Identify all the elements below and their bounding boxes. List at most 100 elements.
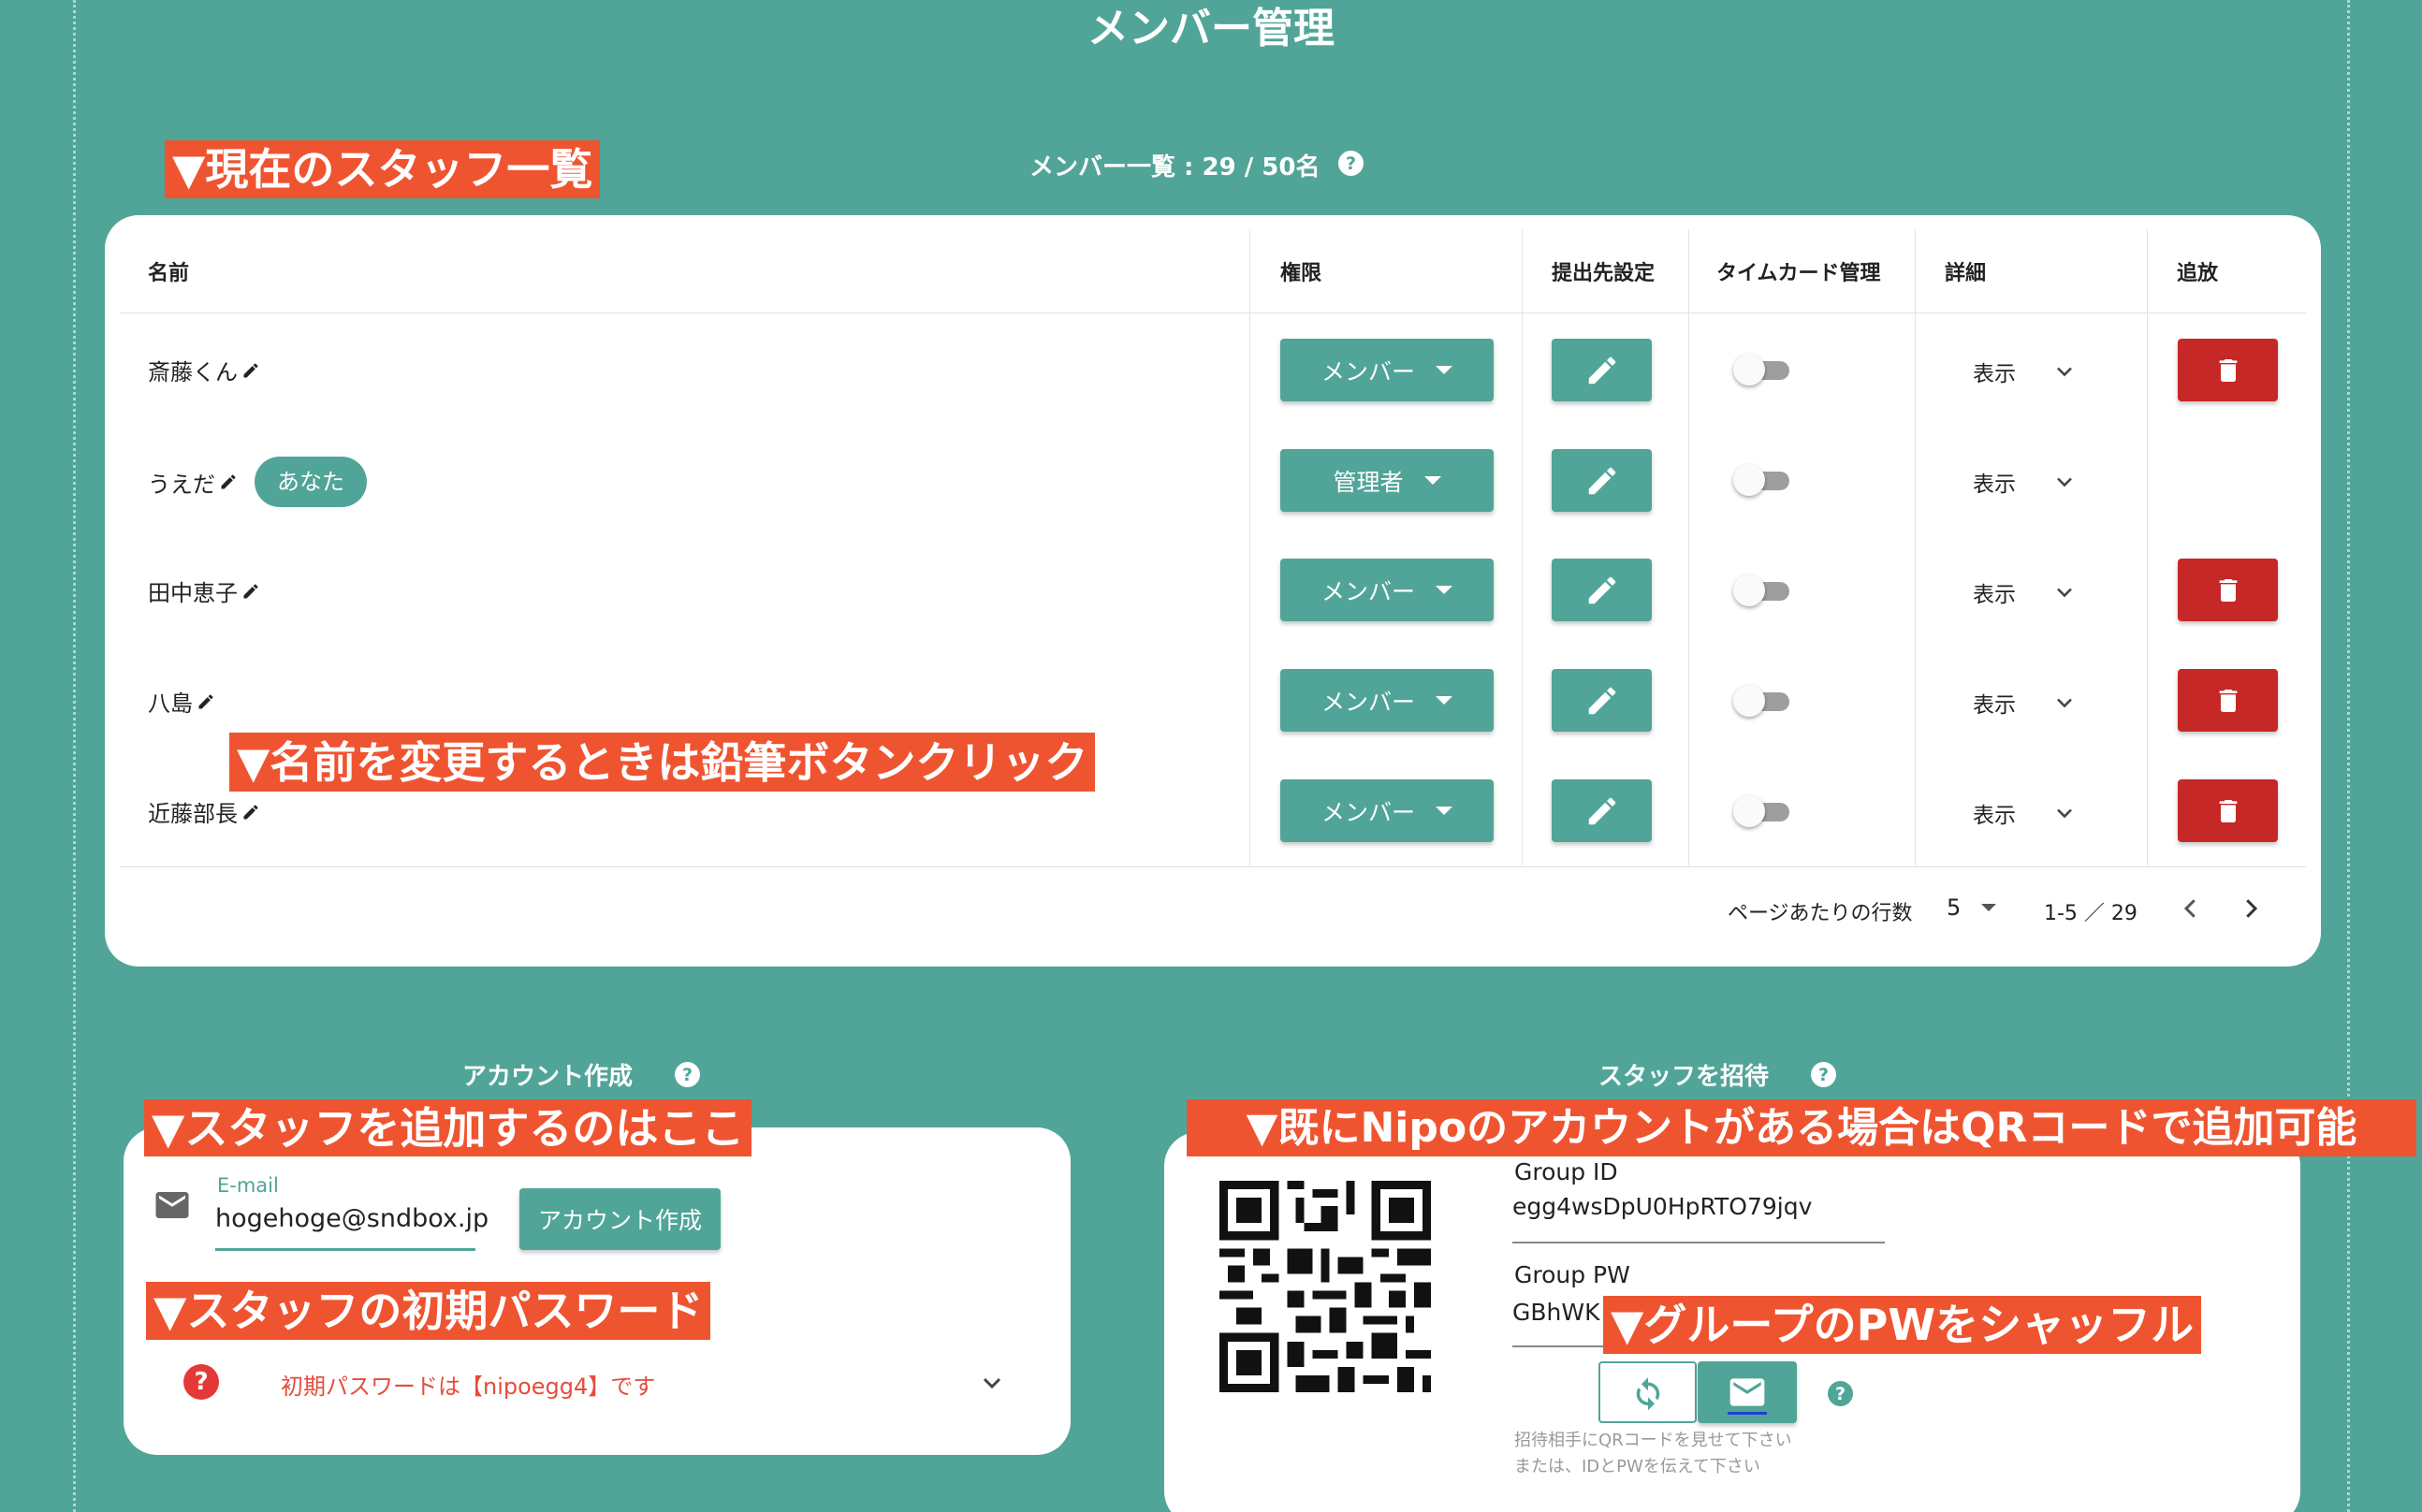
trash-icon xyxy=(2219,578,2237,602)
details-label: 表示 xyxy=(1973,804,2016,828)
destination-edit-button[interactable] xyxy=(1552,559,1652,621)
details-label: 表示 xyxy=(1973,693,2016,718)
group-id-value: egg4wsDpU0HpRTO79jqv xyxy=(1512,1193,1813,1220)
guide-line-left xyxy=(73,0,76,1512)
member-name: 八島 xyxy=(148,691,193,717)
details-label: 表示 xyxy=(1973,362,2016,386)
members-count: メンバー一覧 : 29 / 50名 xyxy=(1029,153,1320,182)
col-destination: 提出先設定 xyxy=(1552,262,1656,285)
chevron-right-icon[interactable] xyxy=(2237,894,2265,923)
shuffle-pw-button[interactable] xyxy=(1598,1361,1697,1423)
column-divider xyxy=(1249,229,1250,865)
timecard-toggle[interactable] xyxy=(1733,791,1799,832)
details-expand[interactable]: 表示 xyxy=(1973,576,2078,608)
chevron-down-icon xyxy=(2057,808,2072,819)
role-dropdown[interactable]: メンバー xyxy=(1280,779,1494,842)
create-account-button[interactable]: アカウント作成 xyxy=(519,1188,721,1250)
invite-note-line1: 招待相手にQRコードを見せて下さい xyxy=(1514,1431,1792,1450)
email-field[interactable]: hogehoge@sndbox.jp xyxy=(215,1202,489,1251)
role-dropdown[interactable]: メンバー xyxy=(1280,669,1494,732)
col-details: 詳細 xyxy=(1945,262,1987,285)
timecard-toggle[interactable] xyxy=(1733,680,1799,721)
dropdown-caret-icon xyxy=(1423,476,1441,485)
members-help-icon[interactable]: ? xyxy=(1338,151,1364,176)
invite-help-icon[interactable]: ? xyxy=(1811,1062,1836,1087)
table-row-name: 近藤部長 xyxy=(148,795,260,828)
timecard-toggle[interactable] xyxy=(1733,349,1799,390)
mail-icon xyxy=(155,1192,189,1218)
dropdown-caret-icon xyxy=(1436,696,1452,705)
rows-per-page-value: 5 xyxy=(1947,894,1962,921)
role-label: メンバー xyxy=(1320,688,1415,716)
details-label: 表示 xyxy=(1973,472,2016,497)
invite-note-line2: または、IDとPWを伝えて下さい xyxy=(1514,1457,1760,1476)
pagination-range: 1-5 ／ 29 xyxy=(2044,902,2137,925)
rows-per-page-select[interactable]: 5 xyxy=(1947,894,1997,921)
pencil-icon[interactable] xyxy=(241,803,260,821)
guide-line-right xyxy=(2347,0,2350,1512)
remove-member-button[interactable] xyxy=(2178,779,2278,842)
chevron-down-icon xyxy=(2057,477,2072,487)
invite-help-icon[interactable]: ? xyxy=(1828,1381,1853,1406)
pencil-icon[interactable] xyxy=(241,361,260,380)
remove-member-button[interactable] xyxy=(2178,669,2278,732)
send-invite-mail-button[interactable] xyxy=(1698,1361,1797,1423)
pencil-icon[interactable] xyxy=(219,472,238,491)
qr-code[interactable] xyxy=(1219,1181,1431,1392)
column-divider xyxy=(1688,229,1689,865)
help-icon: ? xyxy=(183,1364,219,1400)
role-dropdown[interactable]: 管理者 xyxy=(1280,449,1494,512)
col-role: 権限 xyxy=(1280,262,1322,285)
annotation-initial-password: ▼スタッフの初期パスワード xyxy=(146,1282,711,1340)
rows-per-page-label: ページあたりの行数 xyxy=(1728,902,1913,925)
role-label: 管理者 xyxy=(1333,468,1404,496)
remove-member-button[interactable] xyxy=(2178,339,2278,401)
details-expand[interactable]: 表示 xyxy=(1973,797,2078,829)
group-pw-value: GBhWK xyxy=(1512,1299,1600,1326)
member-name: うえだ xyxy=(148,471,215,498)
details-expand[interactable]: 表示 xyxy=(1973,687,2078,719)
role-label: メンバー xyxy=(1320,798,1415,826)
dropdown-caret-icon xyxy=(1436,586,1452,594)
table-row-name: 田中恵子 xyxy=(148,574,260,607)
trash-icon xyxy=(2219,799,2237,822)
role-dropdown[interactable]: メンバー xyxy=(1280,559,1494,621)
column-divider xyxy=(1522,229,1523,865)
timecard-toggle[interactable] xyxy=(1733,459,1799,501)
focus-underline xyxy=(1728,1412,1767,1415)
annotation-shuffle-pw: ▼グループのPWをシャッフル xyxy=(1603,1296,2202,1354)
destination-edit-button[interactable] xyxy=(1552,449,1652,512)
pencil-icon[interactable] xyxy=(241,582,260,601)
dropdown-caret-icon xyxy=(1981,904,1997,911)
chevron-down-icon[interactable] xyxy=(977,1368,1007,1398)
role-dropdown[interactable]: メンバー xyxy=(1280,339,1494,401)
dropdown-caret-icon xyxy=(1436,366,1452,374)
details-expand[interactable]: 表示 xyxy=(1973,356,2078,387)
you-badge: あなた xyxy=(255,457,367,507)
invite-section-header: スタッフを招待 xyxy=(1598,1063,1770,1091)
destination-edit-button[interactable] xyxy=(1552,779,1652,842)
col-name[interactable]: 名前 xyxy=(148,256,189,286)
dropdown-caret-icon xyxy=(1436,807,1452,815)
table-footer-divider xyxy=(120,866,2306,867)
mail-icon xyxy=(1729,1378,1765,1406)
chevron-down-icon xyxy=(2057,698,2072,708)
pencil-icon xyxy=(1588,467,1615,494)
annotation-qr-add: ▼既にNipoのアカウントがある場合はQRコードで追加可能 xyxy=(1187,1099,2416,1156)
account-help-icon[interactable]: ? xyxy=(675,1062,700,1087)
destination-edit-button[interactable] xyxy=(1552,669,1652,732)
pencil-icon[interactable] xyxy=(197,692,215,711)
destination-edit-button[interactable] xyxy=(1552,339,1652,401)
members-header: メンバー一覧 : 29 / 50名 xyxy=(1029,148,1320,182)
chevron-left-icon[interactable] xyxy=(2177,894,2205,923)
table-row-name: 斎藤くん xyxy=(148,354,260,386)
account-section-header: アカウント作成 xyxy=(462,1063,634,1091)
role-label: メンバー xyxy=(1320,357,1415,385)
pencil-icon xyxy=(1588,356,1615,384)
column-divider xyxy=(2147,229,2148,865)
details-expand[interactable]: 表示 xyxy=(1973,466,2078,498)
remove-member-button[interactable] xyxy=(2178,559,2278,621)
timecard-toggle[interactable] xyxy=(1733,570,1799,611)
group-id-field[interactable]: egg4wsDpU0HpRTO79jqv xyxy=(1512,1193,1885,1243)
member-name: 斎藤くん xyxy=(148,359,238,385)
